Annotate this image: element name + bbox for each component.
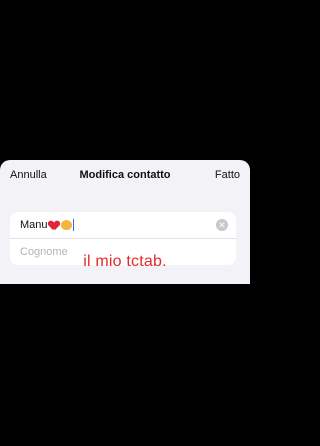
caption-overlay: il mio tctab. [83, 253, 167, 270]
cancel-button[interactable]: Annulla [10, 169, 47, 181]
navbar: Annulla Modifica contatto Fatto [0, 160, 250, 190]
heart-emoji-icon [49, 221, 59, 230]
screen: Annulla Modifica contatto Fatto Manu ✕ C… [0, 0, 250, 446]
text-caret [72, 219, 74, 231]
first-name-value: Manu [20, 219, 48, 231]
clear-icon[interactable]: ✕ [216, 219, 228, 231]
first-name-field[interactable]: Manu ✕ [10, 212, 236, 238]
done-button[interactable]: Fatto [215, 169, 240, 181]
cat-emoji-icon [60, 220, 72, 230]
